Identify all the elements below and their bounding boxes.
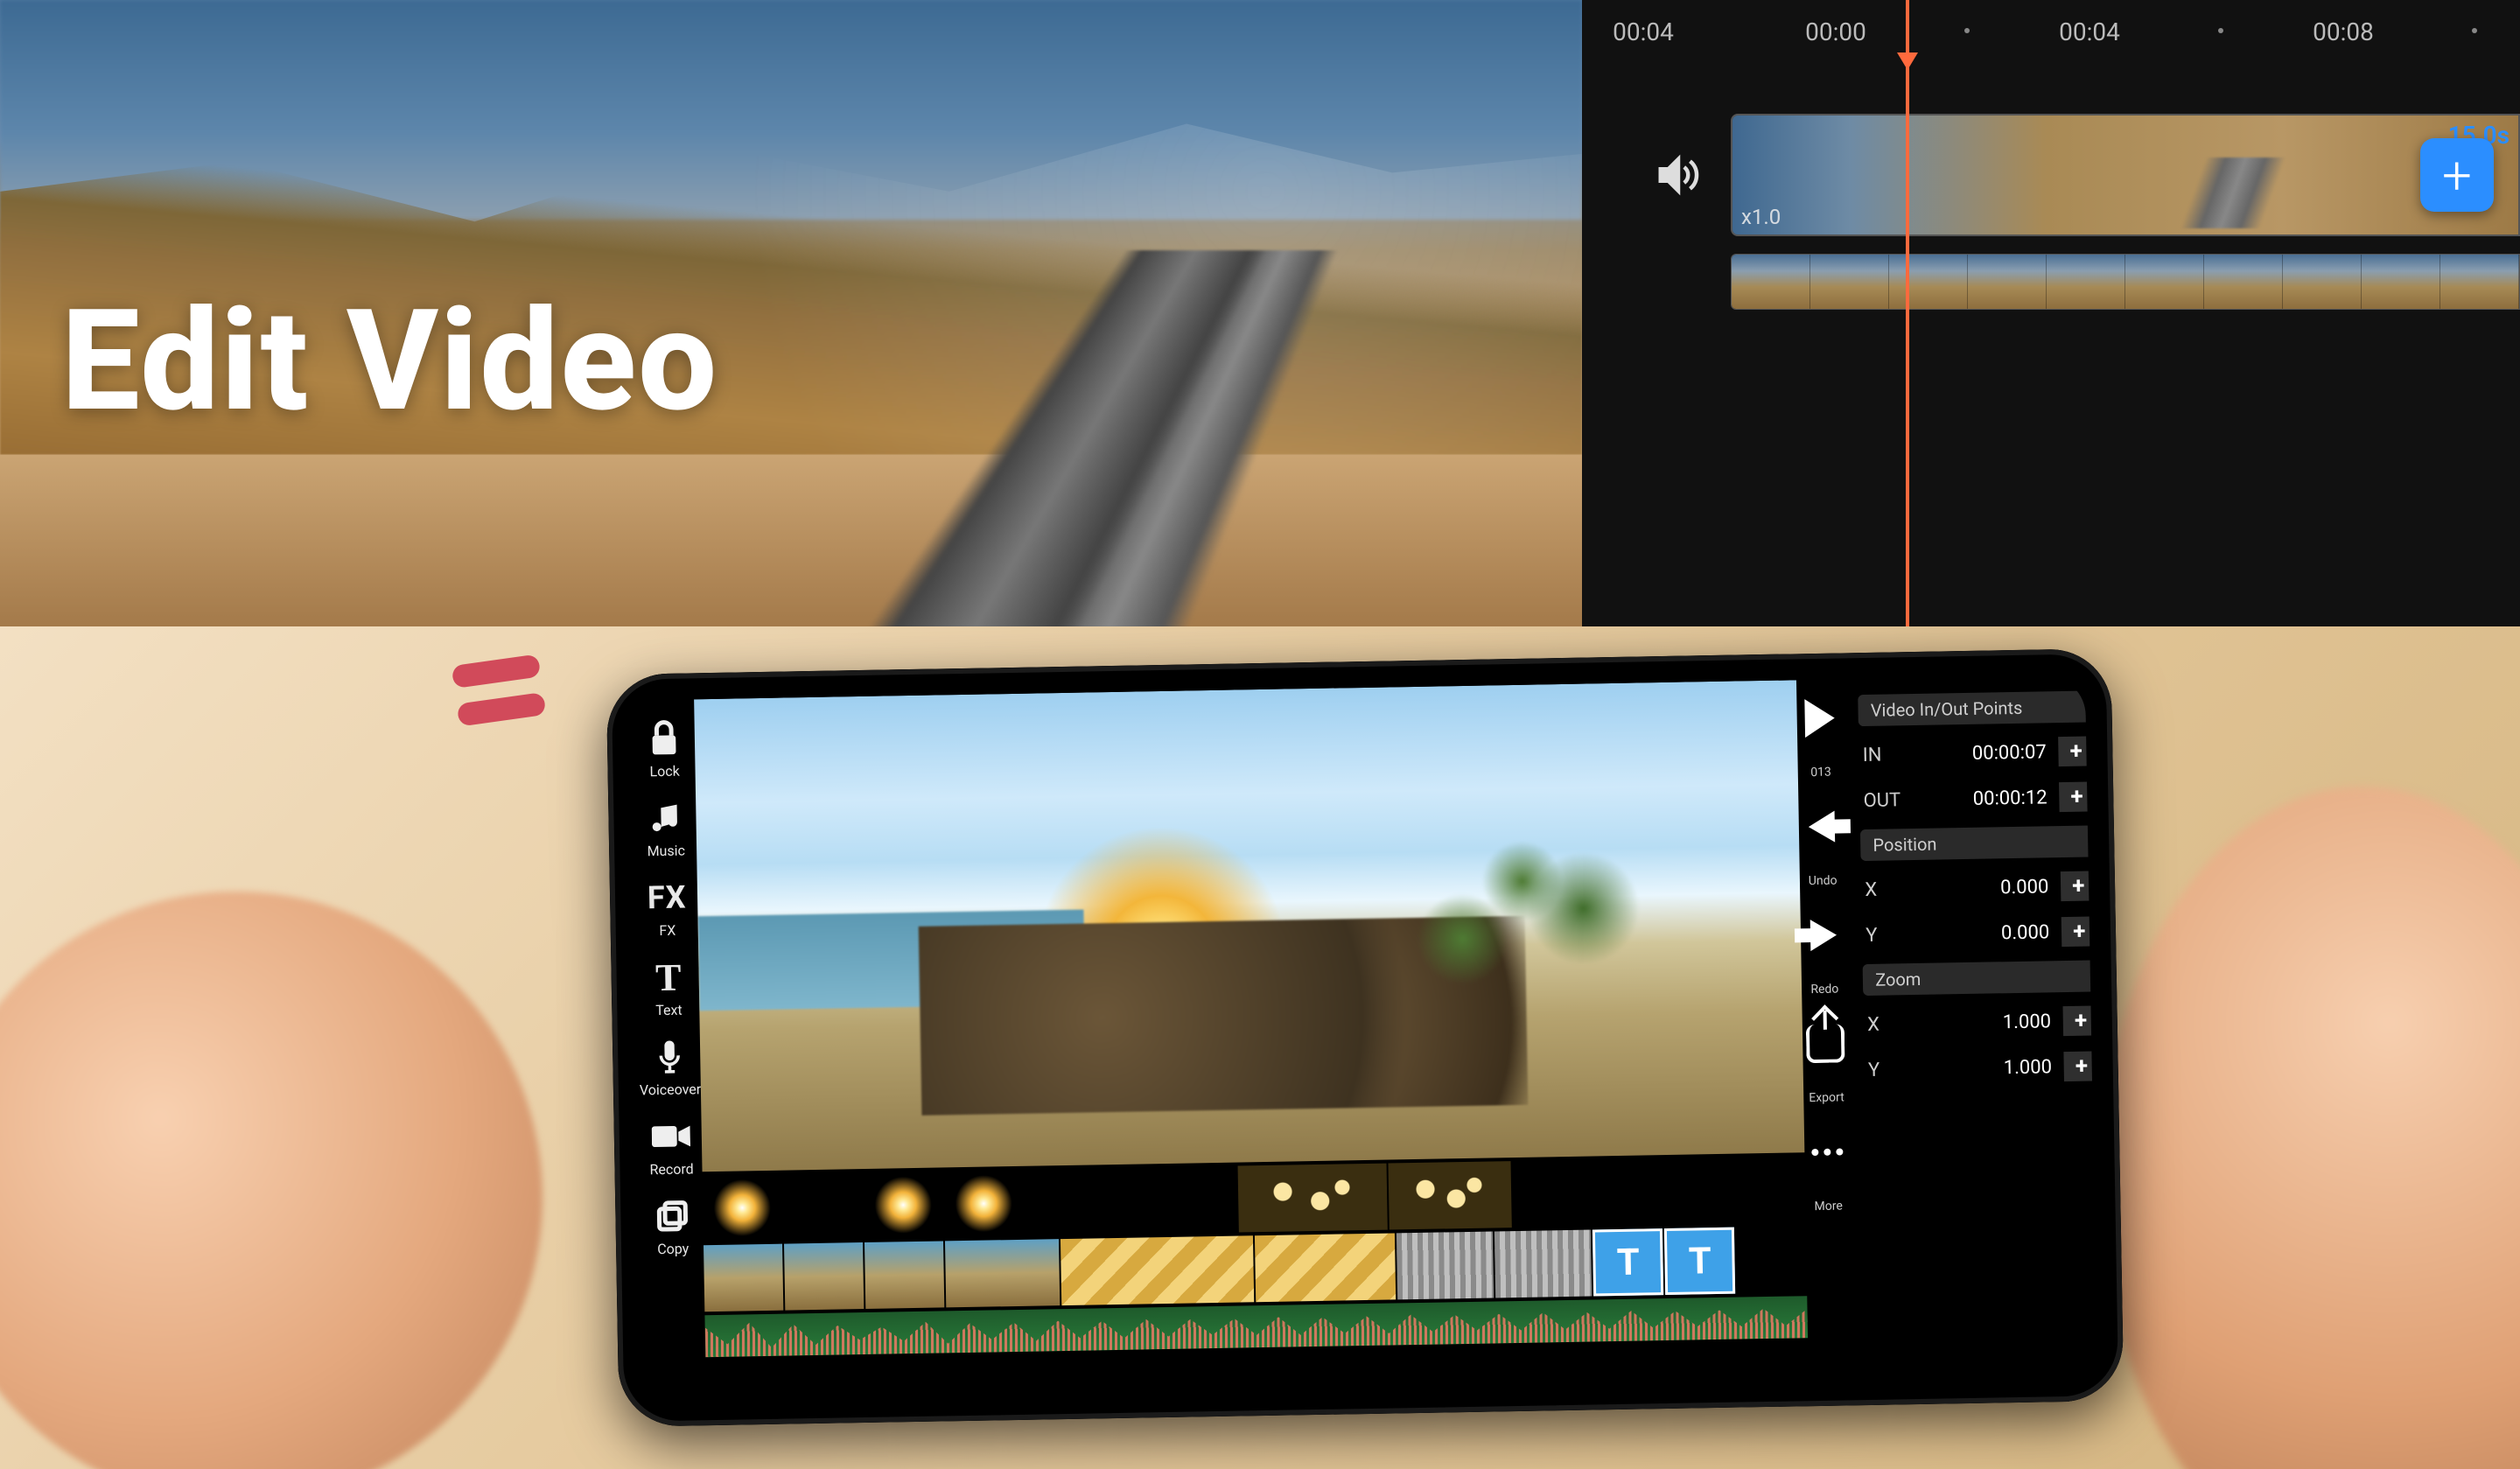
track-thumb[interactable]	[783, 1172, 863, 1241]
zoomx-plus[interactable]: +	[2063, 1005, 2097, 1036]
track-thumb[interactable]	[944, 1170, 1024, 1238]
accent-marks	[449, 639, 549, 743]
redo-label: Redo	[1810, 983, 1838, 997]
tool-label: Record	[649, 1160, 693, 1178]
mobile-timeline-panel: 00:04 00:00 00:04 00:08 15.0s	[1582, 0, 2520, 626]
undo-label: Undo	[1809, 874, 1838, 889]
arrow-left-icon	[1809, 811, 1836, 843]
frame-counter: 013	[1810, 766, 1831, 780]
track-thumb[interactable]	[1105, 1166, 1237, 1235]
section-header-position[interactable]: Position	[1860, 824, 2097, 861]
timeline-ruler[interactable]: 00:04 00:00 00:04 00:08	[1582, 17, 2520, 70]
lock-icon	[633, 717, 695, 759]
track-thumb[interactable]	[703, 1174, 782, 1242]
tool-label: Lock	[649, 763, 680, 780]
section-header-inout[interactable]: Video In/Out Points	[1858, 689, 2097, 726]
text-clip[interactable]: T	[1664, 1228, 1735, 1295]
clip-speed: x1.0	[1741, 205, 1781, 229]
tool-label: Voiceover	[640, 1081, 702, 1098]
tool-label: Copy	[657, 1241, 689, 1258]
zoomx-label: X	[1867, 1012, 1925, 1035]
tool-copy[interactable]: Copy	[641, 1194, 704, 1257]
tool-music[interactable]: Music	[634, 796, 696, 859]
zoomy-plus[interactable]: +	[2064, 1051, 2097, 1081]
more-button[interactable]	[1804, 1129, 1851, 1175]
add-clip-button[interactable]: +	[2420, 138, 2494, 212]
tool-fx[interactable]: FX FX	[636, 876, 698, 939]
posx-label: X	[1865, 878, 1922, 900]
track-thumb[interactable]	[1513, 1156, 1806, 1228]
video-preview[interactable]	[694, 680, 1804, 1172]
export-icon	[1806, 1024, 1845, 1063]
timeline-tracks[interactable]: T T	[703, 1152, 1809, 1399]
in-plus[interactable]: +	[2058, 736, 2094, 766]
tool-voiceover[interactable]: Voiceover	[639, 1035, 701, 1098]
mic-icon	[639, 1035, 701, 1078]
timeline-thumbnail-track[interactable]	[1731, 254, 2520, 310]
timeline-playhead[interactable]	[1906, 0, 1909, 626]
hand-right	[2100, 787, 2520, 1469]
zoomy-value: 1.000	[1938, 1056, 2052, 1080]
play-button[interactable]	[1797, 695, 1844, 741]
tool-label: Music	[647, 843, 685, 860]
track-thumb[interactable]	[1255, 1233, 1396, 1302]
tool-label: FX	[659, 922, 676, 939]
track-thumb[interactable]	[1736, 1226, 1807, 1293]
music-icon	[634, 796, 696, 839]
export-label: Export	[1809, 1090, 1844, 1105]
tool-label: Text	[655, 1002, 682, 1019]
fx-icon: FX	[636, 876, 698, 919]
phone-frame: Lock Music FX FX T Text	[606, 648, 2124, 1427]
zoomy-label: Y	[1868, 1058, 1926, 1081]
arrow-right-icon	[1810, 920, 1838, 952]
track-thumb[interactable]	[1025, 1168, 1104, 1236]
overlay-title: Edit Video	[61, 280, 718, 444]
out-value: 00:00:12	[1933, 787, 2047, 810]
ruler-tick: 00:08	[2313, 17, 2374, 46]
in-value: 00:00:07	[1932, 741, 2046, 765]
track-thumb[interactable]	[864, 1171, 943, 1239]
inspector-panel: Video In/Out Points IN 00:00:07 + - OUT …	[1842, 675, 2097, 1380]
track-thumb[interactable]	[704, 1244, 783, 1312]
zoomx-value: 1.000	[1937, 1011, 2051, 1034]
track-thumb[interactable]	[864, 1241, 944, 1309]
hand-left	[0, 843, 591, 1469]
track-thumb[interactable]	[1494, 1230, 1592, 1298]
dots-icon	[1812, 1148, 1844, 1156]
in-label: IN	[1862, 743, 1920, 766]
tool-record[interactable]: Record	[640, 1115, 702, 1178]
timeline-clip[interactable]: 15.0s x1.0 +	[1731, 114, 2520, 236]
posx-plus[interactable]: +	[2061, 871, 2096, 901]
posy-plus[interactable]: +	[2062, 916, 2097, 947]
play-icon	[1805, 699, 1836, 738]
posx-value: 0.000	[1935, 876, 2048, 899]
undo-button[interactable]	[1799, 803, 1845, 850]
camera-icon	[640, 1115, 702, 1158]
volume-icon[interactable]	[1652, 149, 1704, 201]
track-thumb[interactable]	[1060, 1235, 1254, 1305]
posy-value: 0.000	[1936, 921, 2049, 945]
text-icon: T	[637, 955, 699, 998]
out-label: OUT	[1863, 788, 1921, 811]
section-header-zoom[interactable]: Zoom	[1863, 959, 2097, 996]
track-thumb[interactable]	[1396, 1231, 1494, 1299]
redo-button[interactable]	[1801, 912, 1847, 958]
more-label: More	[1814, 1200, 1843, 1214]
track-thumb[interactable]	[1389, 1161, 1512, 1229]
posy-label: Y	[1866, 923, 1923, 946]
track-thumb[interactable]	[784, 1242, 864, 1311]
text-clip[interactable]: T	[1592, 1228, 1663, 1296]
tool-lock[interactable]: Lock	[633, 717, 695, 780]
ruler-tick: 00:04	[2059, 17, 2120, 46]
track-thumb[interactable]	[945, 1239, 1060, 1307]
out-plus[interactable]: +	[2059, 781, 2095, 812]
ruler-tick: 00:00	[1805, 17, 1866, 46]
hero-landscape-image: Edit Video	[0, 0, 1582, 626]
ruler-tick: 00:04	[1613, 17, 1674, 46]
copy-icon	[641, 1194, 704, 1237]
track-thumb[interactable]	[1238, 1164, 1388, 1233]
tool-text[interactable]: T Text	[637, 955, 699, 1018]
export-button[interactable]	[1802, 1020, 1849, 1067]
